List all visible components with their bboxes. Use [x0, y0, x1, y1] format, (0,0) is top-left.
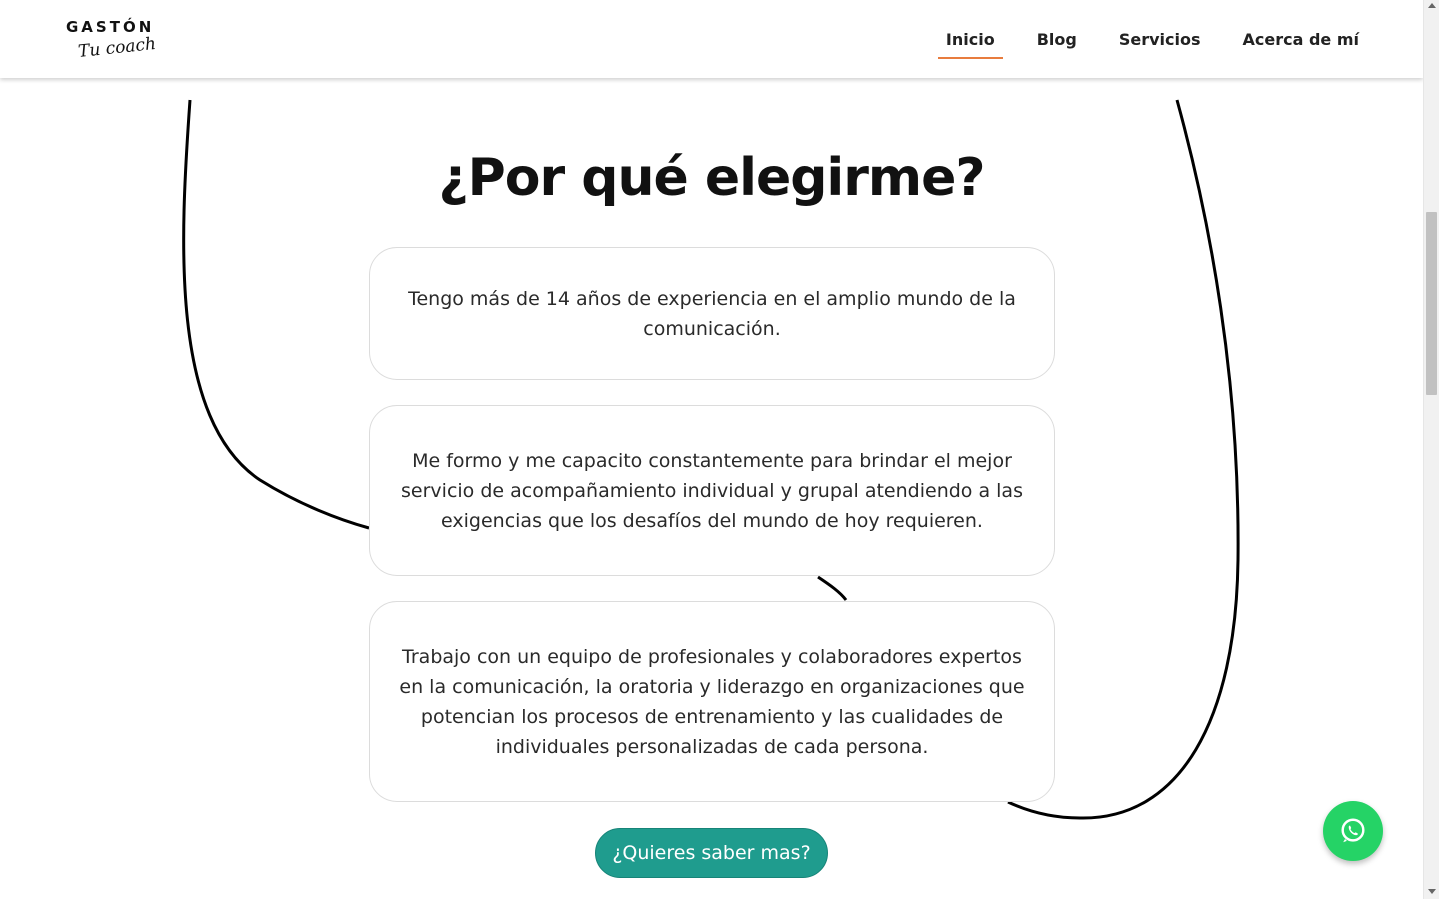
scroll-up-icon[interactable]: [1428, 3, 1436, 8]
nav-item-inicio[interactable]: Inicio: [937, 30, 1003, 59]
scroll-thumb[interactable]: [1426, 212, 1437, 395]
whatsapp-icon: [1341, 818, 1365, 843]
reason-card-text: Trabajo con un equipo de profesionales y…: [399, 645, 1025, 758]
scroll-down-icon[interactable]: [1428, 889, 1436, 894]
nav-item-blog[interactable]: Blog: [1037, 30, 1077, 49]
logo-tagline: Tu coach: [77, 33, 157, 63]
learn-more-button[interactable]: ¿Quieres saber mas?: [595, 828, 828, 878]
page-scrollbar[interactable]: [1423, 0, 1439, 899]
reason-card-text: Me formo y me capacito constantemente pa…: [401, 449, 1023, 532]
section-title: ¿Por qué elegirme?: [438, 148, 985, 208]
nav-item-servicios[interactable]: Servicios: [1119, 30, 1201, 49]
main-nav: Inicio Blog Servicios Acerca de mí: [904, 0, 1359, 78]
logo-wordmark: GASTÓN: [66, 18, 155, 36]
reason-card-experience: Tengo más de 14 años de experiencia en e…: [369, 247, 1055, 380]
reason-card-team: Trabajo con un equipo de profesionales y…: [369, 601, 1055, 802]
reason-card-text: Tengo más de 14 años de experiencia en e…: [408, 287, 1016, 340]
whatsapp-button[interactable]: [1323, 801, 1383, 861]
site-header: GASTÓN Tu coach Inicio Blog Servicios Ac…: [0, 0, 1423, 78]
site-logo[interactable]: GASTÓN Tu coach: [66, 18, 166, 64]
nav-item-acerca[interactable]: Acerca de mí: [1243, 30, 1360, 49]
reason-card-training: Me formo y me capacito constantemente pa…: [369, 405, 1055, 576]
